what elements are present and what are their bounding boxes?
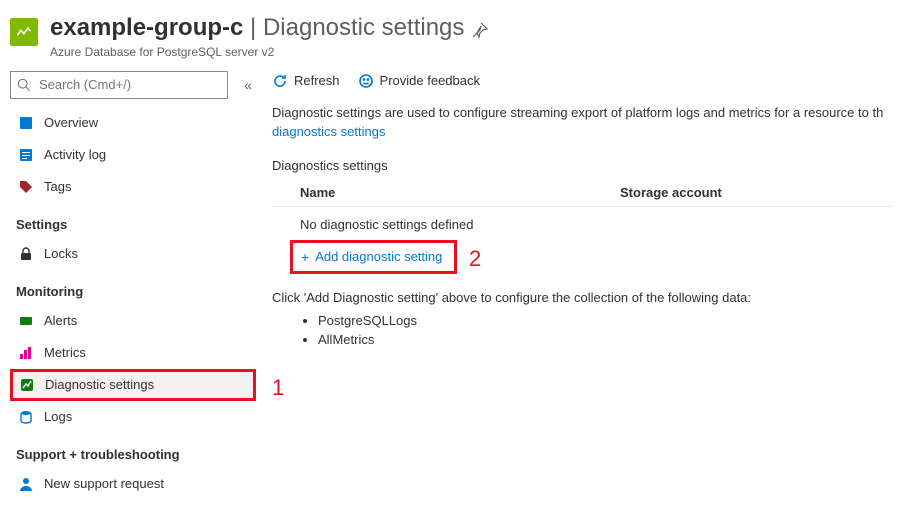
- add-diagnostic-setting-link[interactable]: + Add diagnostic setting: [299, 245, 444, 269]
- add-link-label: Add diagnostic setting: [315, 249, 442, 264]
- toolbar: Refresh Provide feedback: [272, 71, 894, 103]
- sidebar-item-label: Metrics: [44, 345, 86, 360]
- support-icon: [18, 476, 34, 492]
- page-header: example-group-c | Diagnostic settings Az…: [0, 0, 898, 65]
- data-types-list: PostgreSQLLogs AllMetrics: [318, 311, 894, 350]
- empty-state: No diagnostic settings defined: [272, 207, 894, 240]
- sidebar-item-label: Logs: [44, 409, 72, 424]
- list-item: AllMetrics: [318, 330, 894, 350]
- column-storage-account: Storage account: [620, 185, 722, 200]
- sidebar-item-locks[interactable]: Locks: [10, 238, 256, 270]
- refresh-button[interactable]: Refresh: [272, 73, 340, 89]
- metrics-icon: [18, 345, 34, 361]
- sidebar-item-metrics[interactable]: Metrics: [10, 337, 256, 369]
- search-icon: [17, 78, 31, 92]
- refresh-label: Refresh: [294, 73, 340, 88]
- list-item: PostgreSQLLogs: [318, 311, 894, 331]
- sidebar: « Overview Activity log Tags Settings Lo…: [0, 65, 264, 510]
- description: Diagnostic settings are used to configur…: [272, 103, 894, 142]
- diagnostics-settings-link[interactable]: diagnostics settings: [272, 124, 385, 139]
- blade-title: Diagnostic settings: [263, 14, 464, 41]
- sidebar-item-label: Diagnostic settings: [45, 377, 154, 392]
- sidebar-item-label: New support request: [44, 476, 164, 491]
- page-title: example-group-c | Diagnostic settings: [50, 14, 464, 43]
- sidebar-item-new-support-request[interactable]: New support request: [10, 468, 256, 500]
- tags-icon: [18, 179, 34, 195]
- sidebar-item-label: Alerts: [44, 313, 77, 328]
- sidebar-item-alerts[interactable]: Alerts: [10, 305, 256, 337]
- sidebar-group-settings: Settings: [10, 203, 256, 238]
- resource-name: example-group-c: [50, 14, 243, 41]
- feedback-label: Provide feedback: [380, 73, 480, 88]
- alerts-icon: [18, 313, 34, 329]
- resource-type: Azure Database for PostgreSQL server v2: [50, 45, 464, 59]
- sidebar-item-activity-log[interactable]: Activity log: [10, 139, 256, 171]
- sidebar-item-overview[interactable]: Overview: [10, 107, 256, 139]
- sidebar-item-label: Tags: [44, 179, 71, 194]
- overview-icon: [18, 115, 34, 131]
- sidebar-item-diagnostic-settings[interactable]: Diagnostic settings: [10, 369, 256, 401]
- diagnostic-icon: [19, 377, 35, 393]
- collapse-sidebar-icon[interactable]: «: [240, 77, 256, 93]
- refresh-icon: [272, 73, 288, 89]
- callout-number-2: 2: [469, 246, 481, 271]
- sidebar-group-support: Support + troubleshooting: [10, 433, 256, 468]
- resource-icon: [10, 18, 38, 46]
- description-text: Diagnostic settings are used to configur…: [272, 105, 883, 120]
- column-name: Name: [300, 185, 620, 200]
- sidebar-item-label: Activity log: [44, 147, 106, 162]
- main-content: Refresh Provide feedback Diagnostic sett…: [264, 65, 898, 510]
- search-input[interactable]: [37, 76, 221, 93]
- feedback-button[interactable]: Provide feedback: [358, 73, 480, 89]
- table-header: Name Storage account: [272, 179, 894, 207]
- activity-log-icon: [18, 147, 34, 163]
- sidebar-item-label: Locks: [44, 246, 78, 261]
- pin-icon[interactable]: [472, 22, 488, 41]
- plus-icon: +: [301, 249, 309, 265]
- search-input-wrapper[interactable]: [10, 71, 228, 99]
- sidebar-item-label: Overview: [44, 115, 98, 130]
- sidebar-group-monitoring: Monitoring: [10, 270, 256, 305]
- logs-icon: [18, 409, 34, 425]
- sidebar-item-tags[interactable]: Tags: [10, 171, 256, 203]
- sidebar-item-logs[interactable]: Logs: [10, 401, 256, 433]
- hint-text: Click 'Add Diagnostic setting' above to …: [272, 290, 894, 305]
- add-diagnostic-highlight: + Add diagnostic setting: [290, 240, 457, 274]
- smile-icon: [358, 73, 374, 89]
- section-title: Diagnostics settings: [272, 158, 894, 173]
- lock-icon: [18, 246, 34, 262]
